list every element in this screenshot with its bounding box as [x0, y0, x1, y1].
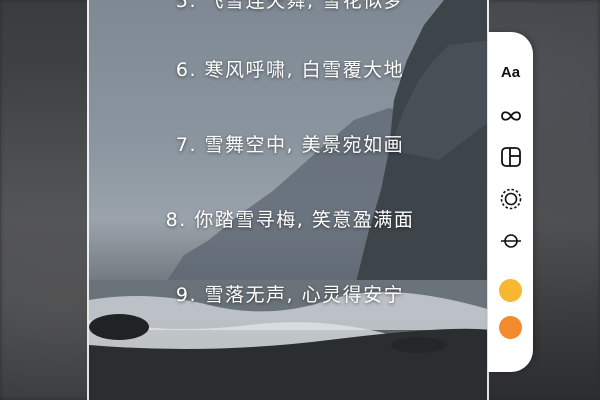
poem-line-5: 5. 飞雪连天舞, 雪花似梦 — [175, 0, 405, 12]
color-orange-button[interactable] — [488, 312, 533, 342]
color-swatch-yellow — [499, 278, 522, 302]
poem-line-8: 8. 你踏雪寻梅, 笑意盈满面 — [165, 209, 415, 231]
dashed-circle-icon — [500, 188, 521, 210]
dashed-circle-button[interactable] — [488, 184, 533, 214]
circle-line-button[interactable] — [488, 226, 533, 256]
poem-lines: 5. 飞雪连天舞, 雪花似梦 6. 寒风呼啸, 白雪覆大地 7. 雪舞空中, 美… — [89, 0, 487, 400]
layout-button[interactable] — [488, 142, 533, 172]
font-button[interactable]: Aa — [488, 57, 533, 87]
infinity-button[interactable] — [488, 101, 533, 131]
font-icon: Aa — [500, 63, 521, 81]
infinity-icon — [500, 111, 521, 121]
circle-line-icon — [500, 234, 521, 248]
poem-line-6: 6. 寒风呼啸, 白雪覆大地 — [175, 59, 405, 81]
edit-toolbar: Aa — [488, 32, 533, 372]
color-swatch-orange — [499, 315, 522, 339]
color-yellow-button[interactable] — [488, 275, 533, 305]
poem-line-7: 7. 雪舞空中, 美景宛如画 — [175, 134, 405, 156]
poem-line-9: 9. 雪落无声, 心灵得安宁 — [175, 284, 405, 306]
layout-icon — [500, 147, 521, 167]
photo-card: 5. 飞雪连天舞, 雪花似梦 6. 寒风呼啸, 白雪覆大地 7. 雪舞空中, 美… — [87, 0, 489, 400]
